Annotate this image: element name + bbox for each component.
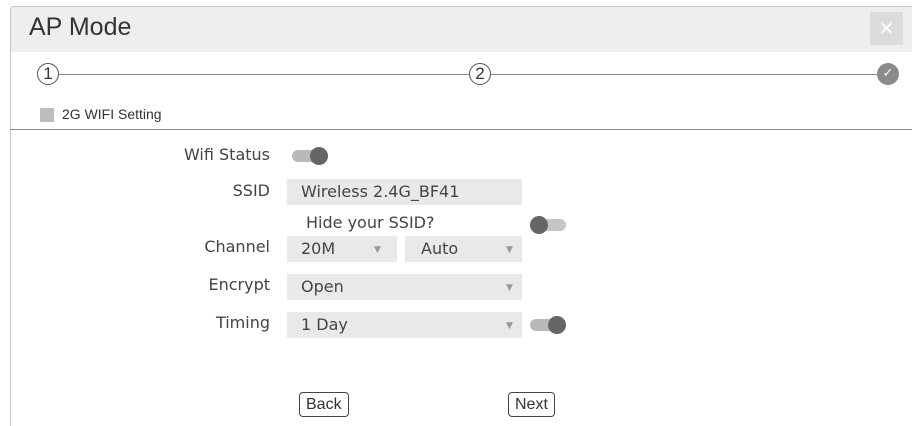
wifi-status-toggle[interactable] <box>292 147 328 165</box>
dialog-title: AP Mode <box>29 13 132 41</box>
channel-width-value: 20M <box>301 239 336 258</box>
encrypt-select[interactable]: Open ▼ <box>287 274 522 300</box>
encrypt-value: Open <box>301 277 344 296</box>
channel-width-select[interactable]: 20M ▼ <box>287 236 397 262</box>
toggle-knob <box>310 147 328 165</box>
section-title: 2G WIFI Setting <box>62 106 162 122</box>
ssid-label: SSID <box>232 181 270 200</box>
chevron-down-icon: ▼ <box>506 245 513 255</box>
wifi-status-label: Wifi Status <box>183 145 270 164</box>
step-connector-2 <box>491 74 877 75</box>
chevron-down-icon: ▼ <box>374 245 381 255</box>
close-button[interactable]: × <box>870 12 903 45</box>
channel-value: Auto <box>421 239 459 258</box>
chevron-down-icon: ▼ <box>506 283 513 293</box>
chevron-down-icon: ▼ <box>506 321 513 331</box>
channel-select[interactable]: Auto ▼ <box>405 236 522 262</box>
back-button[interactable]: Back <box>299 392 349 417</box>
timing-value: 1 Day <box>301 315 348 334</box>
step-connector-1 <box>59 74 469 75</box>
section-square-icon <box>40 108 54 122</box>
timing-select[interactable]: 1 Day ▼ <box>287 312 522 338</box>
encrypt-label: Encrypt <box>208 275 270 294</box>
hide-ssid-label: Hide your SSID? <box>306 213 435 232</box>
dialog-titlebar: AP Mode × <box>11 7 912 52</box>
check-icon: ✓ <box>877 63 899 85</box>
toggle-knob <box>548 316 566 334</box>
step-1-indicator: 1 <box>37 63 59 85</box>
ssid-input[interactable]: Wireless 2.4G_BF41 <box>287 179 522 205</box>
hide-ssid-toggle[interactable] <box>530 216 566 234</box>
channel-label: Channel <box>204 237 270 256</box>
ap-mode-dialog: AP Mode × <box>10 6 912 426</box>
toggle-knob <box>530 216 548 234</box>
step-2-indicator: 2 <box>469 63 491 85</box>
timing-toggle[interactable] <box>530 316 566 334</box>
section-divider <box>10 129 912 130</box>
close-icon: × <box>879 15 894 42</box>
next-button[interactable]: Next <box>508 392 555 417</box>
timing-label: Timing <box>215 313 270 332</box>
